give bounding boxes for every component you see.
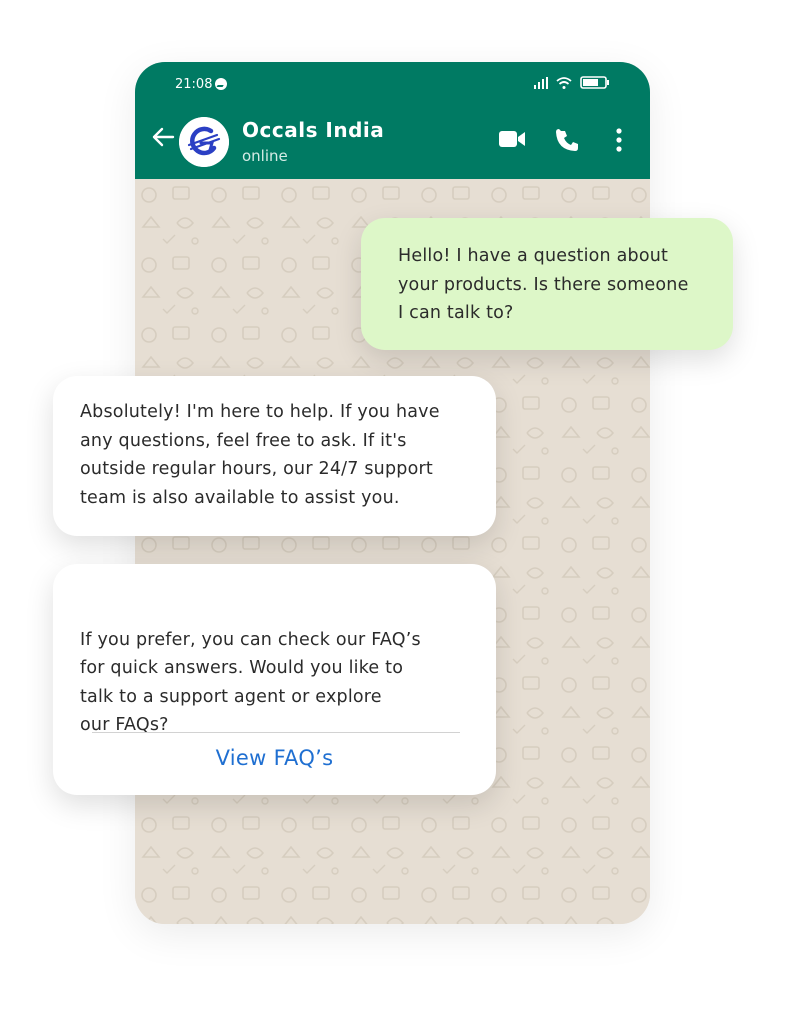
message-text: If you prefer, you can check our FAQ’s f… bbox=[80, 629, 421, 736]
messenger-icon bbox=[215, 78, 227, 90]
avatar[interactable] bbox=[179, 117, 229, 167]
view-faqs-button[interactable]: View FAQ’s bbox=[53, 744, 496, 773]
arrow-left-icon[interactable] bbox=[151, 126, 175, 148]
contact-name[interactable]: Occals India bbox=[242, 118, 384, 142]
phone-icon[interactable] bbox=[556, 129, 580, 153]
contact-status: online bbox=[242, 147, 288, 165]
incoming-message-with-action: If you prefer, you can check our FAQ’s f… bbox=[53, 564, 496, 795]
battery-icon bbox=[580, 76, 609, 89]
divider bbox=[92, 732, 460, 733]
outgoing-message: Hello! I have a question about your prod… bbox=[361, 218, 733, 350]
occals-logo bbox=[179, 117, 229, 167]
chat-header: 21:08 Occals India online bbox=[135, 62, 650, 179]
incoming-message: Absolutely! I'm here to help. If you hav… bbox=[53, 376, 496, 536]
status-time: 21:08 bbox=[175, 77, 213, 92]
video-camera-icon[interactable] bbox=[498, 128, 526, 150]
more-vertical-icon[interactable] bbox=[615, 128, 623, 152]
wifi-icon bbox=[556, 76, 572, 89]
status-icons bbox=[534, 76, 610, 89]
signal-icon bbox=[534, 76, 548, 89]
